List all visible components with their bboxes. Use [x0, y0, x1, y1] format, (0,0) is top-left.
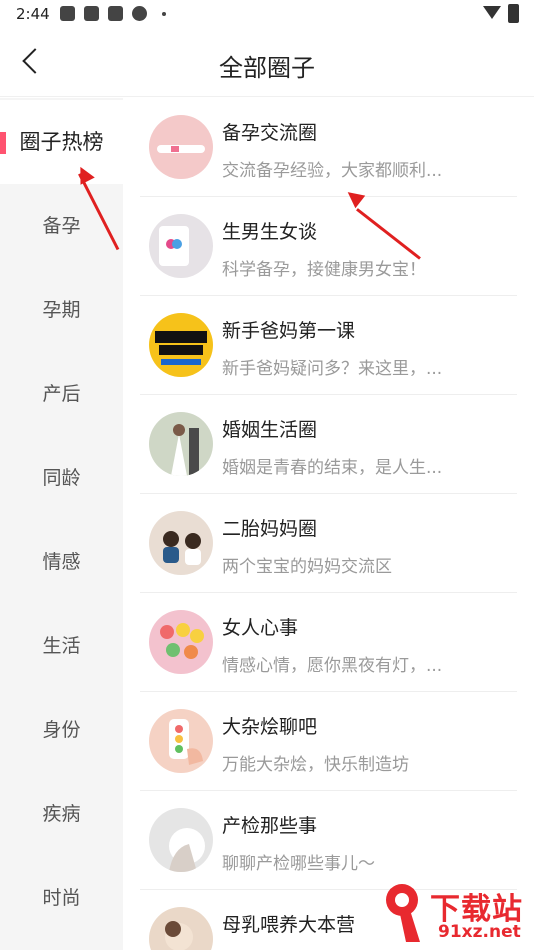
- group-list: 备孕交流圈 交流备孕经验，大家都顺利... 生男生女谈 科学备孕，接健康男女宝！…: [123, 98, 534, 950]
- group-title: 母乳喂养大本营: [222, 914, 356, 936]
- group-title: 婚姻生活圈: [222, 419, 318, 441]
- avatar-image: [169, 828, 205, 872]
- list-item[interactable]: 女人心事 情感心情，愿你黑夜有灯，...: [140, 593, 517, 692]
- group-title: 产检那些事: [222, 815, 318, 837]
- group-description: 交流备孕经验，大家都顺利...: [222, 161, 443, 181]
- group-title: 大杂烩聊吧: [222, 716, 318, 738]
- group-description: 情感心情，愿你黑夜有灯，...: [222, 656, 443, 676]
- group-title: 生男生女谈: [222, 221, 318, 243]
- group-description: 科学备孕，接健康男女宝！: [222, 260, 426, 280]
- notification-icon: [60, 6, 75, 21]
- more-notifications-icon: [162, 12, 166, 16]
- avatar-image: [157, 145, 205, 153]
- sidebar-item-life[interactable]: 生活: [0, 604, 123, 688]
- wifi-icon: [483, 6, 501, 19]
- avatar-image: [171, 424, 199, 476]
- avatar-image: [163, 531, 201, 565]
- sidebar-item-disease[interactable]: 疾病: [0, 772, 123, 856]
- list-item[interactable]: 新手爸妈第一课 新手爸妈疑问多？来这里，...: [140, 296, 517, 395]
- group-title: 新手爸妈第一课: [222, 320, 356, 342]
- group-avatar: [149, 610, 213, 674]
- notification-icon: [84, 6, 99, 21]
- group-description: 两个宝宝的妈妈交流区: [222, 557, 392, 577]
- group-avatar: [149, 709, 213, 773]
- group-title: 女人心事: [222, 617, 299, 639]
- group-avatar: [149, 907, 213, 950]
- status-bar: 2:44: [0, 0, 534, 28]
- watermark-url: 91xz.net: [438, 922, 521, 942]
- sidebar-item-hot[interactable]: 圈子热榜: [0, 100, 123, 184]
- sidebar-item-fashion[interactable]: 时尚: [0, 856, 123, 940]
- notification-icon: [108, 6, 123, 21]
- group-avatar: [149, 115, 213, 179]
- group-description: 婚姻是青春的结束，是人生...: [222, 458, 443, 478]
- group-avatar: [149, 313, 213, 377]
- group-title: 二胎妈妈圈: [222, 518, 318, 540]
- avatar-image: [165, 921, 193, 950]
- battery-icon: [508, 4, 519, 23]
- group-avatar: [149, 412, 213, 476]
- group-avatar: [149, 214, 213, 278]
- sidebar-item-emotion[interactable]: 情感: [0, 520, 123, 604]
- group-title: 备孕交流圈: [222, 122, 318, 144]
- list-item[interactable]: 备孕交流圈 交流备孕经验，大家都顺利...: [140, 98, 517, 197]
- group-avatar: [149, 511, 213, 575]
- avatar-image: [159, 226, 189, 266]
- group-avatar: [149, 808, 213, 872]
- sidebar-item-pregnancy[interactable]: 孕期: [0, 268, 123, 352]
- sidebar-item-postpartum[interactable]: 产后: [0, 352, 123, 436]
- sidebar-item-same-age[interactable]: 同龄: [0, 436, 123, 520]
- list-item[interactable]: 二胎妈妈圈 两个宝宝的妈妈交流区: [140, 494, 517, 593]
- list-item[interactable]: 生男生女谈 科学备孕，接健康男女宝！: [140, 197, 517, 296]
- list-item[interactable]: 婚姻生活圈 婚姻是青春的结束，是人生...: [140, 395, 517, 494]
- top-bar: 全部圈子: [0, 30, 534, 97]
- group-description: 聊聊产检哪些事儿～: [222, 854, 375, 874]
- list-item[interactable]: 大杂烩聊吧 万能大杂烩，快乐制造坊: [140, 692, 517, 791]
- watermark-logo-icon: [386, 884, 420, 942]
- avatar-image: [155, 331, 207, 365]
- sidebar-item-identity[interactable]: 身份: [0, 688, 123, 772]
- group-description: 万能大杂烩，快乐制造坊: [222, 755, 409, 775]
- list-item[interactable]: 产检那些事 聊聊产检哪些事儿～: [140, 791, 517, 890]
- group-description: 新手爸妈疑问多？来这里，...: [222, 359, 443, 379]
- avatar-image: [160, 623, 204, 659]
- watermark: 下载站 91xz.net: [380, 878, 530, 948]
- status-time: 2:44: [16, 5, 50, 23]
- aperture-icon: [132, 6, 147, 21]
- avatar-image: [169, 719, 203, 765]
- page-title: 全部圈子: [219, 54, 315, 82]
